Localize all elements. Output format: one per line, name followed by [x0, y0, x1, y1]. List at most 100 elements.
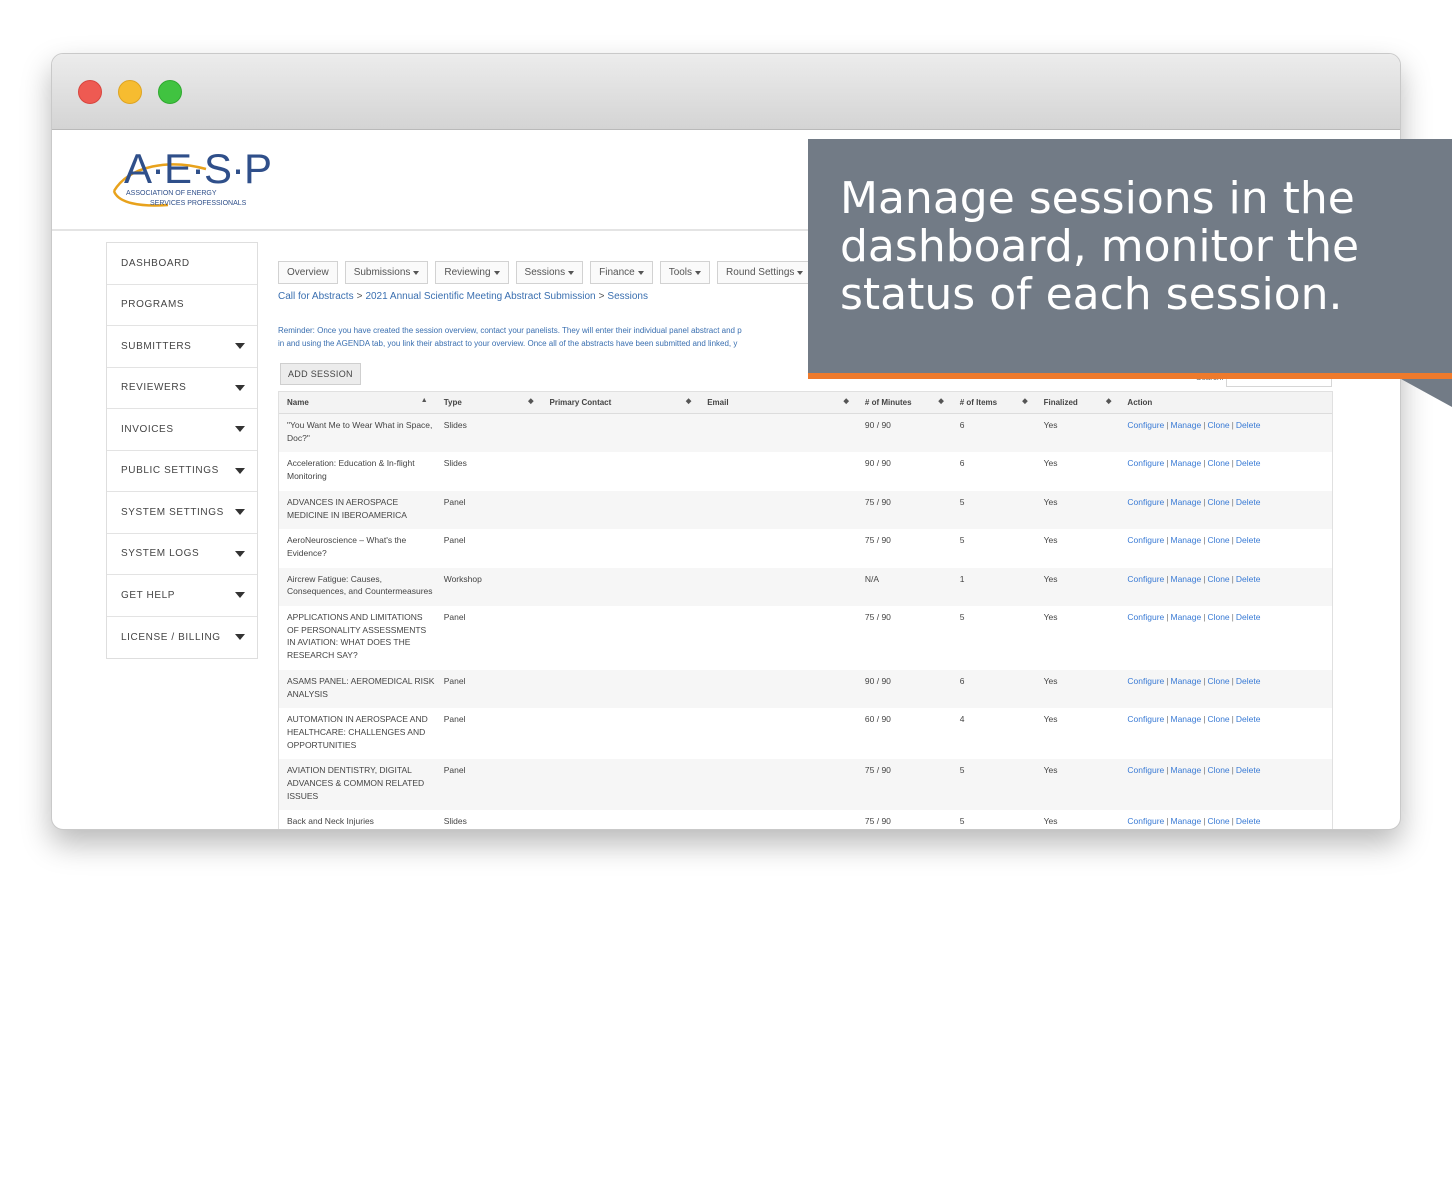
- sort-icon[interactable]: ◆: [686, 397, 691, 405]
- sort-icon[interactable]: ◆: [844, 397, 849, 405]
- breadcrumb-item[interactable]: Call for Abstracts: [278, 291, 354, 302]
- sidebar-item-system-logs[interactable]: SYSTEM LOGS: [107, 534, 257, 575]
- column-header-primary-contact[interactable]: Primary Contact ◆: [542, 392, 700, 413]
- column-header-finalized[interactable]: Finalized ◆: [1036, 392, 1120, 413]
- clone-link[interactable]: Clone: [1207, 714, 1229, 724]
- delete-link[interactable]: Delete: [1236, 574, 1261, 584]
- delete-link[interactable]: Delete: [1236, 765, 1261, 775]
- configure-link[interactable]: Configure: [1127, 458, 1164, 468]
- delete-link[interactable]: Delete: [1236, 816, 1261, 826]
- manage-link[interactable]: Manage: [1171, 676, 1202, 686]
- tab-tools[interactable]: Tools: [659, 261, 711, 284]
- primary-contact: [542, 708, 700, 759]
- session-type: Slides: [443, 816, 467, 827]
- clone-link[interactable]: Clone: [1207, 420, 1229, 430]
- clone-link[interactable]: Clone: [1207, 612, 1229, 622]
- caret-down-icon: [235, 384, 245, 391]
- configure-link[interactable]: Configure: [1127, 535, 1164, 545]
- manage-link[interactable]: Manage: [1171, 535, 1202, 545]
- manage-link[interactable]: Manage: [1171, 765, 1202, 775]
- configure-link[interactable]: Configure: [1127, 765, 1164, 775]
- configure-link[interactable]: Configure: [1127, 497, 1164, 507]
- minutes-value: 90 / 90: [864, 675, 891, 686]
- minutes-value: 75 / 90: [864, 535, 891, 546]
- logo-subtitle-line2: SERVICES PROFESSIONALS: [150, 200, 247, 207]
- manage-link[interactable]: Manage: [1171, 458, 1202, 468]
- row-actions: Configure | Manage | Clone | Delete: [1119, 568, 1332, 606]
- tab-overview[interactable]: Overview: [278, 261, 338, 284]
- configure-link[interactable]: Configure: [1127, 420, 1164, 430]
- delete-link[interactable]: Delete: [1236, 458, 1261, 468]
- sidebar-item-submitters[interactable]: SUBMITTERS: [107, 326, 257, 368]
- configure-link[interactable]: Configure: [1127, 574, 1164, 584]
- minutes-value: 60 / 90: [864, 714, 891, 725]
- manage-link[interactable]: Manage: [1171, 612, 1202, 622]
- delete-link[interactable]: Delete: [1236, 612, 1261, 622]
- breadcrumb-item[interactable]: 2021 Annual Scientific Meeting Abstract …: [365, 291, 595, 302]
- row-actions: Configure | Manage | Clone | Delete: [1119, 759, 1332, 810]
- delete-link[interactable]: Delete: [1236, 676, 1261, 686]
- session-name: APPLICATIONS AND LIMITATIONS OF PERSONAL…: [287, 612, 427, 661]
- tab-finance[interactable]: Finance: [590, 261, 653, 284]
- finalized-status: Yes: [1043, 714, 1058, 725]
- sidebar-item-get-help[interactable]: GET HELP: [107, 575, 257, 617]
- items-count: 6: [959, 675, 965, 686]
- maximize-window-button[interactable]: [158, 80, 182, 104]
- manage-link[interactable]: Manage: [1171, 574, 1202, 584]
- reminder-text: Reminder: Once you have created the sess…: [278, 324, 813, 350]
- session-name: AUTOMATION IN AEROSPACE AND HEALTHCARE: …: [287, 714, 428, 750]
- clone-link[interactable]: Clone: [1207, 676, 1229, 686]
- clone-link[interactable]: Clone: [1207, 458, 1229, 468]
- clone-link[interactable]: Clone: [1207, 574, 1229, 584]
- configure-link[interactable]: Configure: [1127, 714, 1164, 724]
- sidebar-item-dashboard[interactable]: DASHBOARD: [107, 243, 257, 285]
- column-header-of-items[interactable]: # of Items ◆: [952, 392, 1036, 413]
- aesp-logo[interactable]: A·E·S·P ASSOCIATION OF ENERGY SERVICES P…: [110, 145, 272, 215]
- items-count: 4: [959, 714, 965, 725]
- sort-icon[interactable]: ◆: [1022, 397, 1027, 405]
- tab-submissions[interactable]: Submissions: [344, 261, 429, 284]
- sidebar-item-invoices[interactable]: INVOICES: [107, 409, 257, 451]
- manage-link[interactable]: Manage: [1171, 714, 1202, 724]
- manage-link[interactable]: Manage: [1171, 420, 1202, 430]
- sidebar-item-license-billing[interactable]: LICENSE / BILLING: [107, 617, 257, 659]
- column-header-email[interactable]: Email ◆: [699, 392, 857, 413]
- table-row: AVIATION DENTISTRY, DIGITAL ADVANCES & C…: [279, 759, 1332, 811]
- sort-icon[interactable]: ◆: [1106, 397, 1111, 405]
- configure-link[interactable]: Configure: [1127, 612, 1164, 622]
- delete-link[interactable]: Delete: [1236, 420, 1261, 430]
- delete-link[interactable]: Delete: [1236, 714, 1261, 724]
- sidebar-item-programs[interactable]: PROGRAMS: [107, 285, 257, 326]
- column-header-type[interactable]: Type ◆: [436, 392, 542, 413]
- sidebar-item-reviewers[interactable]: REVIEWERS: [107, 368, 257, 409]
- tab-reviewing[interactable]: Reviewing: [435, 261, 509, 284]
- clone-link[interactable]: Clone: [1207, 535, 1229, 545]
- action-separator: |: [1166, 573, 1169, 584]
- sidebar-item-system-settings[interactable]: SYSTEM SETTINGS: [107, 492, 257, 534]
- column-header-name[interactable]: Name ▲: [279, 392, 436, 413]
- clone-link[interactable]: Clone: [1207, 816, 1229, 826]
- configure-link[interactable]: Configure: [1127, 816, 1164, 826]
- tab-sessions[interactable]: Sessions: [515, 261, 584, 284]
- close-window-button[interactable]: [78, 80, 102, 104]
- manage-link[interactable]: Manage: [1171, 816, 1202, 826]
- action-separator: |: [1231, 816, 1234, 827]
- manage-link[interactable]: Manage: [1171, 497, 1202, 507]
- finalized-status: Yes: [1043, 765, 1058, 776]
- row-actions: Configure | Manage | Clone | Delete: [1119, 810, 1332, 829]
- minimize-window-button[interactable]: [118, 80, 142, 104]
- column-header-action[interactable]: Action: [1119, 392, 1332, 413]
- sort-icon[interactable]: ◆: [528, 397, 533, 405]
- add-session-button[interactable]: ADD SESSION: [280, 363, 361, 385]
- action-separator: |: [1166, 612, 1169, 623]
- sort-asc-icon[interactable]: ▲: [421, 397, 428, 404]
- delete-link[interactable]: Delete: [1236, 497, 1261, 507]
- clone-link[interactable]: Clone: [1207, 497, 1229, 507]
- sidebar-item-public-settings[interactable]: PUBLIC SETTINGS: [107, 451, 257, 492]
- sort-icon[interactable]: ◆: [938, 397, 943, 405]
- tab-round-settings[interactable]: Round Settings: [717, 261, 813, 284]
- column-header-of-minutes[interactable]: # of Minutes ◆: [857, 392, 952, 413]
- configure-link[interactable]: Configure: [1127, 676, 1164, 686]
- delete-link[interactable]: Delete: [1236, 535, 1261, 545]
- clone-link[interactable]: Clone: [1207, 765, 1229, 775]
